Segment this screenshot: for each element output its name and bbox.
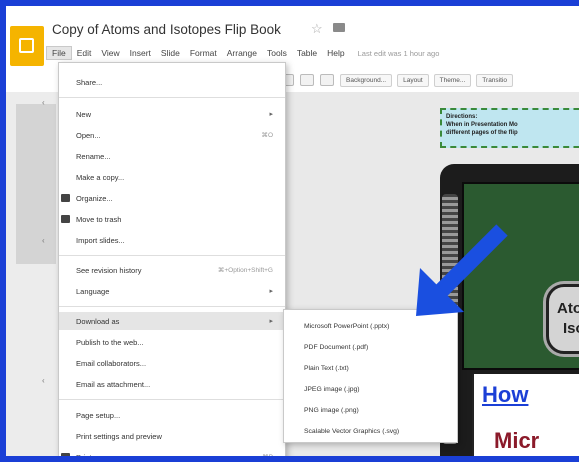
line-icon[interactable] (300, 74, 314, 86)
filmstrip-arrow-icon: ‹ (42, 376, 45, 385)
slides-app-icon[interactable] (10, 26, 44, 66)
slide-heading[interactable]: How (482, 382, 528, 408)
last-edit-status[interactable]: Last edit was 1 hour ago (358, 49, 440, 58)
filmstrip-arrow-icon: ‹ (42, 98, 45, 107)
comment-icon[interactable] (320, 74, 334, 86)
file-menu-item-make-a-copy[interactable]: Make a copy... (59, 168, 285, 186)
menu-help[interactable]: Help (322, 47, 349, 59)
menu-insert[interactable]: Insert (125, 47, 156, 59)
file-menu-item-print-settings-and-preview[interactable]: Print settings and preview (59, 427, 285, 445)
download-option-scalable-vector-graphics-svg[interactable]: Scalable Vector Graphics (.svg) (284, 421, 457, 441)
submenu-arrow-icon: ▸ (269, 288, 273, 295)
submenu-arrow-icon: ▸ (269, 111, 273, 118)
file-menu-item-label: Print (76, 452, 92, 462)
menu-tools[interactable]: Tools (262, 47, 292, 59)
menu-separator (59, 399, 285, 400)
file-menu-item-move-to-trash[interactable]: Move to trash (59, 210, 285, 228)
file-menu-item-label: New (76, 109, 92, 119)
file-menu-item-download-as[interactable]: Download as ▸ (59, 312, 285, 330)
download-option-png-image-png[interactable]: PNG image (.png) (284, 400, 457, 420)
file-menu-item-label: Download as (76, 316, 120, 326)
file-menu-item-new[interactable]: New ▸ (59, 105, 285, 123)
file-menu-item-label: Email collaborators... (76, 358, 147, 368)
transition-button[interactable]: Transitio (476, 73, 513, 87)
file-menu-item-label: Publish to the web... (76, 337, 144, 347)
menu-bar: File Edit View Insert Slide Format Arrange Tool… (46, 44, 439, 62)
slide-white-panel: How Micr (472, 374, 579, 456)
title-pill: Ato Iso (546, 284, 579, 354)
note-line: different pages of the flip (446, 130, 518, 136)
shortcut-label: ⌘O (261, 132, 273, 139)
menu-view[interactable]: View (96, 47, 124, 59)
pill-line-2: Iso (563, 320, 579, 337)
menu-format[interactable]: Format (185, 47, 222, 59)
file-menu-item-label: Import slides... (76, 235, 125, 245)
file-menu-item-publish-to-the-web[interactable]: Publish to the web... (59, 333, 285, 351)
menu-separator (59, 255, 285, 256)
file-menu-item-label: See revision history (76, 265, 142, 275)
directions-note[interactable]: Directions: When in Presentation Mo diff… (440, 108, 579, 148)
file-menu-item-label: Language (76, 286, 110, 296)
folder-icon[interactable] (333, 23, 345, 32)
layout-button[interactable]: Layout (397, 73, 429, 87)
download-option-pdf-document-pdf[interactable]: PDF Document (.pdf) (284, 337, 457, 357)
file-menu-item-page-setup[interactable]: Page setup... (59, 406, 285, 424)
file-menu-item-label: Organize... (76, 193, 113, 203)
pill-line-1: Ato (557, 300, 579, 317)
menu-file[interactable]: File (46, 46, 72, 60)
screenshot-frame: Copy of Atoms and Isotopes Flip Book ☆ F… (0, 0, 579, 462)
filmstrip-arrow-icon: ‹ (42, 236, 45, 245)
blue-arrow-icon (416, 224, 508, 316)
download-option-plain-text-txt[interactable]: Plain Text (.txt) (284, 358, 457, 378)
pill-text: Ato Iso (557, 299, 579, 339)
file-menu-item-open[interactable]: Open... ⌘O (59, 126, 285, 144)
document-title[interactable]: Copy of Atoms and Isotopes Flip Book (52, 22, 281, 37)
shortcut-label: ⌘+Option+Shift+G (217, 267, 273, 274)
menu-slide[interactable]: Slide (156, 47, 185, 59)
slide-filmstrip (6, 92, 58, 456)
file-menu-item-import-slides[interactable]: Import slides... (59, 231, 285, 249)
file-menu-item-language[interactable]: Language ▸ (59, 282, 285, 300)
file-menu-item-label: Page setup... (76, 410, 121, 420)
toolbar: Background... Layout Theme... Transitio (280, 68, 579, 92)
file-menu-item-label: Rename... (76, 151, 111, 161)
file-menu-item-email-as-attachment[interactable]: Email as attachment... (59, 375, 285, 393)
trash-icon (61, 215, 70, 223)
background-button[interactable]: Background... (340, 73, 393, 87)
theme-button[interactable]: Theme... (433, 73, 472, 87)
menu-separator (59, 306, 285, 307)
file-menu-item-label: Open... (76, 130, 101, 140)
note-line: When in Presentation Mo (446, 122, 518, 128)
shortcut-label: ⌘P (262, 454, 273, 461)
file-menu-item-print[interactable]: Print ⌘P (59, 448, 285, 462)
file-menu-item-label: Move to trash (76, 214, 122, 224)
file-menu-item-rename[interactable]: Rename... (59, 147, 285, 165)
file-menu-item-label: Make a copy... (76, 172, 125, 182)
submenu-arrow-icon: ▸ (269, 318, 273, 325)
star-icon[interactable]: ☆ (311, 21, 323, 37)
download-option-jpeg-image-jpg[interactable]: JPEG image (.jpg) (284, 379, 457, 399)
menu-separator (59, 97, 285, 98)
slide-thumbnail[interactable] (16, 104, 56, 264)
file-menu: Share... New ▸ Open... ⌘O Rename... Make a cop… (58, 62, 286, 462)
file-menu-item-label: Print settings and preview (76, 431, 162, 441)
slide-subheading: Micr (494, 428, 540, 453)
file-menu-item-label: Email as attachment... (76, 379, 151, 389)
file-menu-item-organize[interactable]: Organize... (59, 189, 285, 207)
menu-arrange[interactable]: Arrange (222, 47, 262, 59)
print-icon (61, 453, 70, 456)
menu-edit[interactable]: Edit (72, 47, 97, 59)
folder-icon (61, 194, 70, 202)
file-menu-item-see-revision-history[interactable]: See revision history ⌘+Option+Shift+G (59, 261, 285, 279)
slides-app-icon-inner (19, 38, 34, 53)
menu-table[interactable]: Table (292, 47, 322, 59)
file-menu-item-label: Share... (76, 77, 103, 87)
file-menu-item-email-collaborators[interactable]: Email collaborators... (59, 354, 285, 372)
note-line: Directions: (446, 114, 478, 120)
file-menu-item-share[interactable]: Share... (59, 73, 285, 91)
